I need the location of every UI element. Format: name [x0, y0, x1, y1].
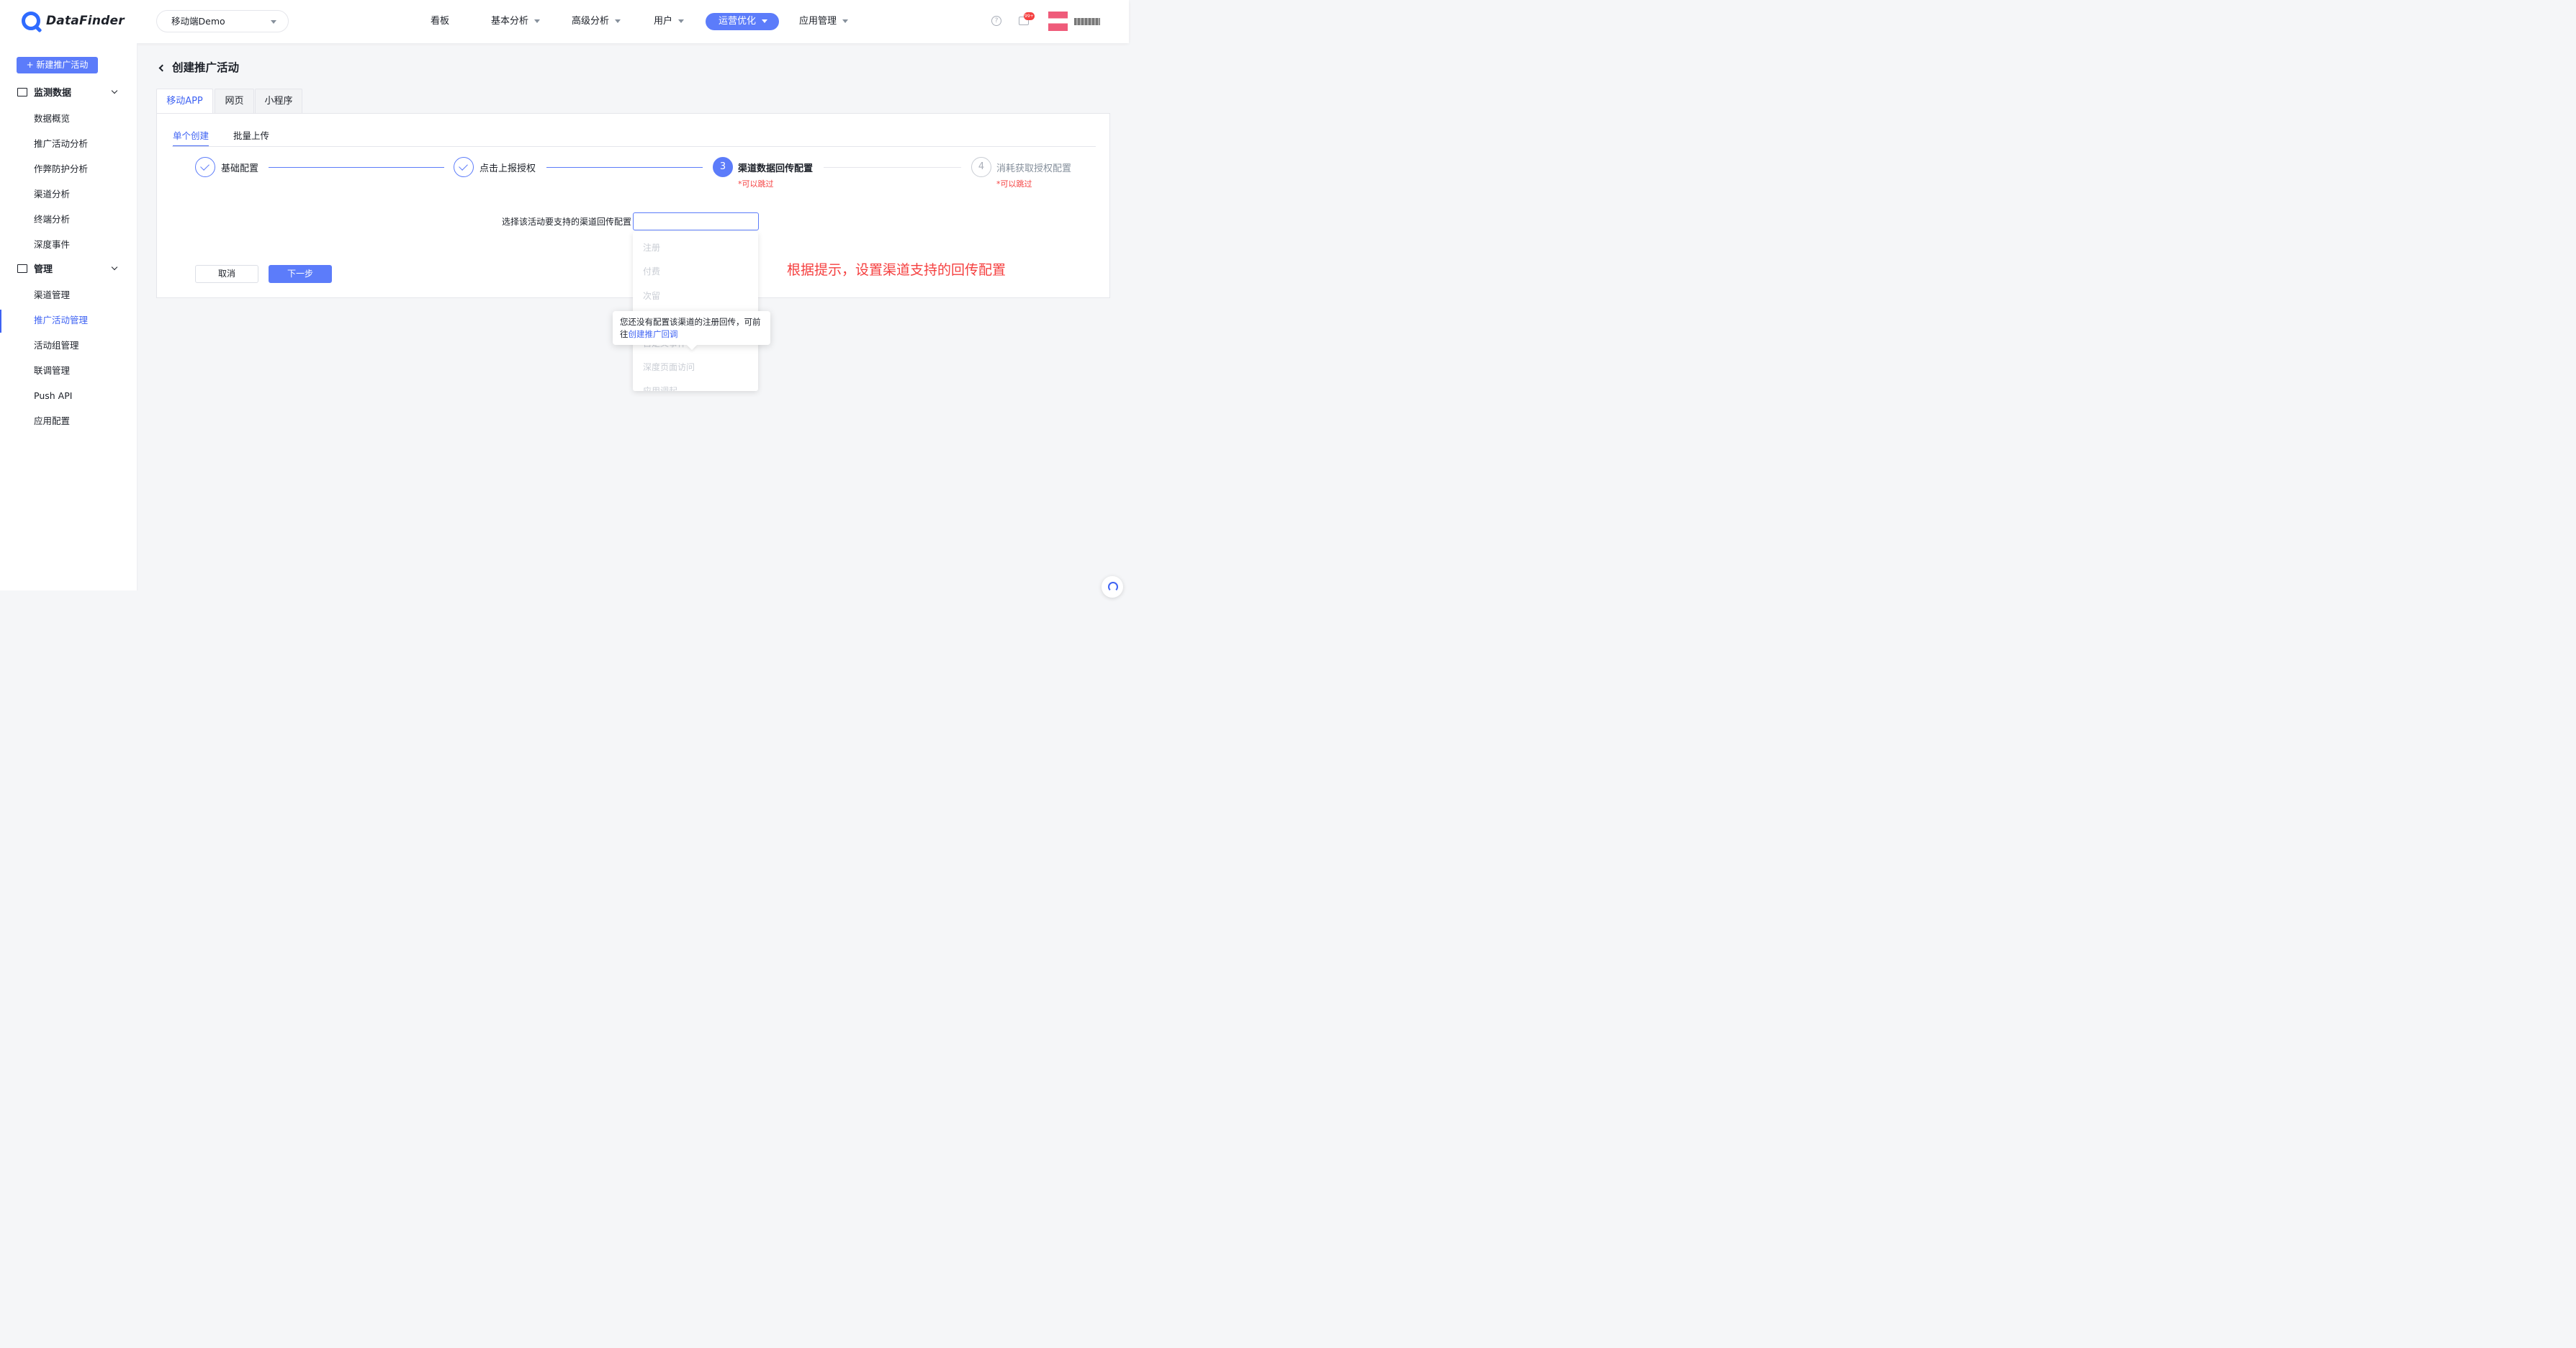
chevron-down-icon [615, 19, 621, 23]
sidebar-item-device-analysis[interactable]: 终端分析 [34, 212, 70, 227]
instruction-annotation: 根据提示，设置渠道支持的回传配置 [787, 262, 1006, 278]
nav-advanced-analysis[interactable]: 高级分析 [572, 13, 621, 30]
step-2-check-icon [454, 157, 474, 177]
nav-label: 应用管理 [799, 16, 837, 27]
tab-mini-program[interactable]: 小程序 [255, 89, 302, 114]
chevron-down-icon [534, 19, 541, 23]
logo-q-icon [22, 12, 40, 30]
step-1-check-icon [195, 157, 215, 177]
option-next-day-retention[interactable]: 次留 [643, 289, 660, 302]
sidebar-group-management[interactable]: 管理 [17, 263, 118, 277]
customer-service-icon[interactable] [1102, 576, 1123, 598]
tab-mobile-app[interactable]: 移动APP [156, 89, 213, 114]
step-4-note: *可以跳过 [996, 179, 1032, 189]
nav-label: 高级分析 [572, 16, 610, 27]
step-3-circle: 3 [713, 157, 733, 177]
nav-label: 运营优化 [719, 16, 757, 27]
monitor-icon [17, 264, 27, 273]
option-register[interactable]: 注册 [643, 241, 660, 253]
step-1-label: 基础配置 [221, 163, 259, 174]
sidebar-item-channel-analysis[interactable]: 渠道分析 [34, 187, 70, 202]
tab-single-create[interactable]: 单个创建 [173, 128, 210, 147]
nav-label: 用户 [654, 16, 673, 27]
logo-text: DataFinder [46, 14, 125, 28]
callback-config-label: 选择该活动要支持的渠道回传配置 [502, 217, 632, 227]
config-tooltip: 您还没有配置该渠道的注册回传，可前往创建推广回调 [613, 311, 770, 351]
active-indicator [0, 310, 1, 333]
cancel-button[interactable]: 取消 [195, 265, 258, 283]
sidebar-item-fraud-analysis[interactable]: 作弊防护分析 [34, 162, 88, 176]
option-deep-page-visit[interactable]: 深度页面访问 [643, 361, 695, 373]
next-step-button[interactable]: 下一步 [269, 265, 332, 283]
create-callback-link[interactable]: 创建推广回调 [629, 329, 678, 339]
tab-web[interactable]: 网页 [215, 89, 254, 114]
step-4-circle: 4 [971, 157, 991, 177]
sidebar-item-push-api[interactable]: Push API [34, 389, 72, 403]
nav-dashboard[interactable]: 看板 [431, 13, 449, 30]
step-4-label: 消耗获取授权配置 [996, 163, 1072, 174]
sidebar-item-data-overview[interactable]: 数据概览 [34, 112, 70, 126]
chevron-down-icon [762, 19, 768, 23]
step-connector [269, 167, 444, 168]
nav-operations-optimization[interactable]: 运营优化 [706, 13, 780, 30]
nav-label: 基本分析 [491, 16, 529, 27]
bar-chart-icon [17, 88, 27, 96]
nav-basic-analysis[interactable]: 基本分析 [491, 13, 541, 30]
step-2-label: 点击上报授权 [479, 163, 536, 174]
subtab-divider [172, 146, 1096, 147]
sidebar-item-channel-management[interactable]: 渠道管理 [34, 288, 70, 302]
step-connector [546, 167, 703, 168]
callback-config-select[interactable] [633, 212, 759, 230]
chevron-down-icon [111, 87, 118, 94]
app-selector[interactable]: 移动端Demo [156, 10, 289, 32]
username-redacted[interactable] [1074, 18, 1100, 25]
top-navigation-bar: DataFinder 移动端Demo 看板 基本分析 高级分析 用户 运营优化 … [0, 0, 1129, 43]
sidebar-item-debug-management[interactable]: 联调管理 [34, 364, 70, 378]
sidebar-item-campaign-group-management[interactable]: 活动组管理 [34, 338, 79, 353]
sidebar-item-app-config[interactable]: 应用配置 [34, 414, 70, 428]
back-chevron-icon[interactable] [158, 64, 166, 72]
nav-users[interactable]: 用户 [654, 13, 685, 30]
chevron-down-icon [678, 19, 685, 23]
sidebar-group-monitoring[interactable]: 监测数据 [17, 86, 118, 101]
help-icon[interactable]: ? [991, 16, 1001, 26]
nav-label: 看板 [431, 16, 450, 27]
tab-batch-upload[interactable]: 批量上传 [233, 128, 269, 147]
sidebar-group-label: 管理 [34, 264, 53, 275]
page-title-text: 创建推广活动 [172, 61, 240, 74]
sidebar-item-campaign-management[interactable]: 推广活动管理 [34, 313, 88, 328]
option-app-launch[interactable]: 应用调起 [643, 385, 677, 391]
app-selector-value: 移动端Demo [171, 16, 225, 27]
avatar[interactable] [1048, 12, 1068, 31]
chevron-down-icon [842, 19, 849, 23]
new-campaign-button[interactable]: + 新建推广活动 [17, 57, 98, 73]
notification-badge: 99+ [1024, 12, 1035, 20]
sidebar-item-deep-events[interactable]: 深度事件 [34, 238, 70, 252]
chevron-down-icon [271, 20, 276, 24]
datafinder-logo[interactable]: DataFinder [22, 12, 125, 30]
sidebar-group-label: 监测数据 [34, 88, 72, 99]
sidebar: + 新建推广活动 监测数据 数据概览 推广活动分析 作弊防护分析 渠道分析 终端… [0, 43, 138, 590]
option-payment[interactable]: 付费 [643, 265, 660, 277]
sidebar-item-campaign-analysis[interactable]: 推广活动分析 [34, 137, 88, 151]
nav-app-management[interactable]: 应用管理 [799, 13, 849, 30]
step-connector [824, 167, 961, 168]
chevron-down-icon [111, 264, 118, 271]
page-title: 创建推广活动 [158, 59, 239, 75]
step-3-note: *可以跳过 [738, 179, 774, 189]
step-3-label: 渠道数据回传配置 [738, 163, 814, 174]
